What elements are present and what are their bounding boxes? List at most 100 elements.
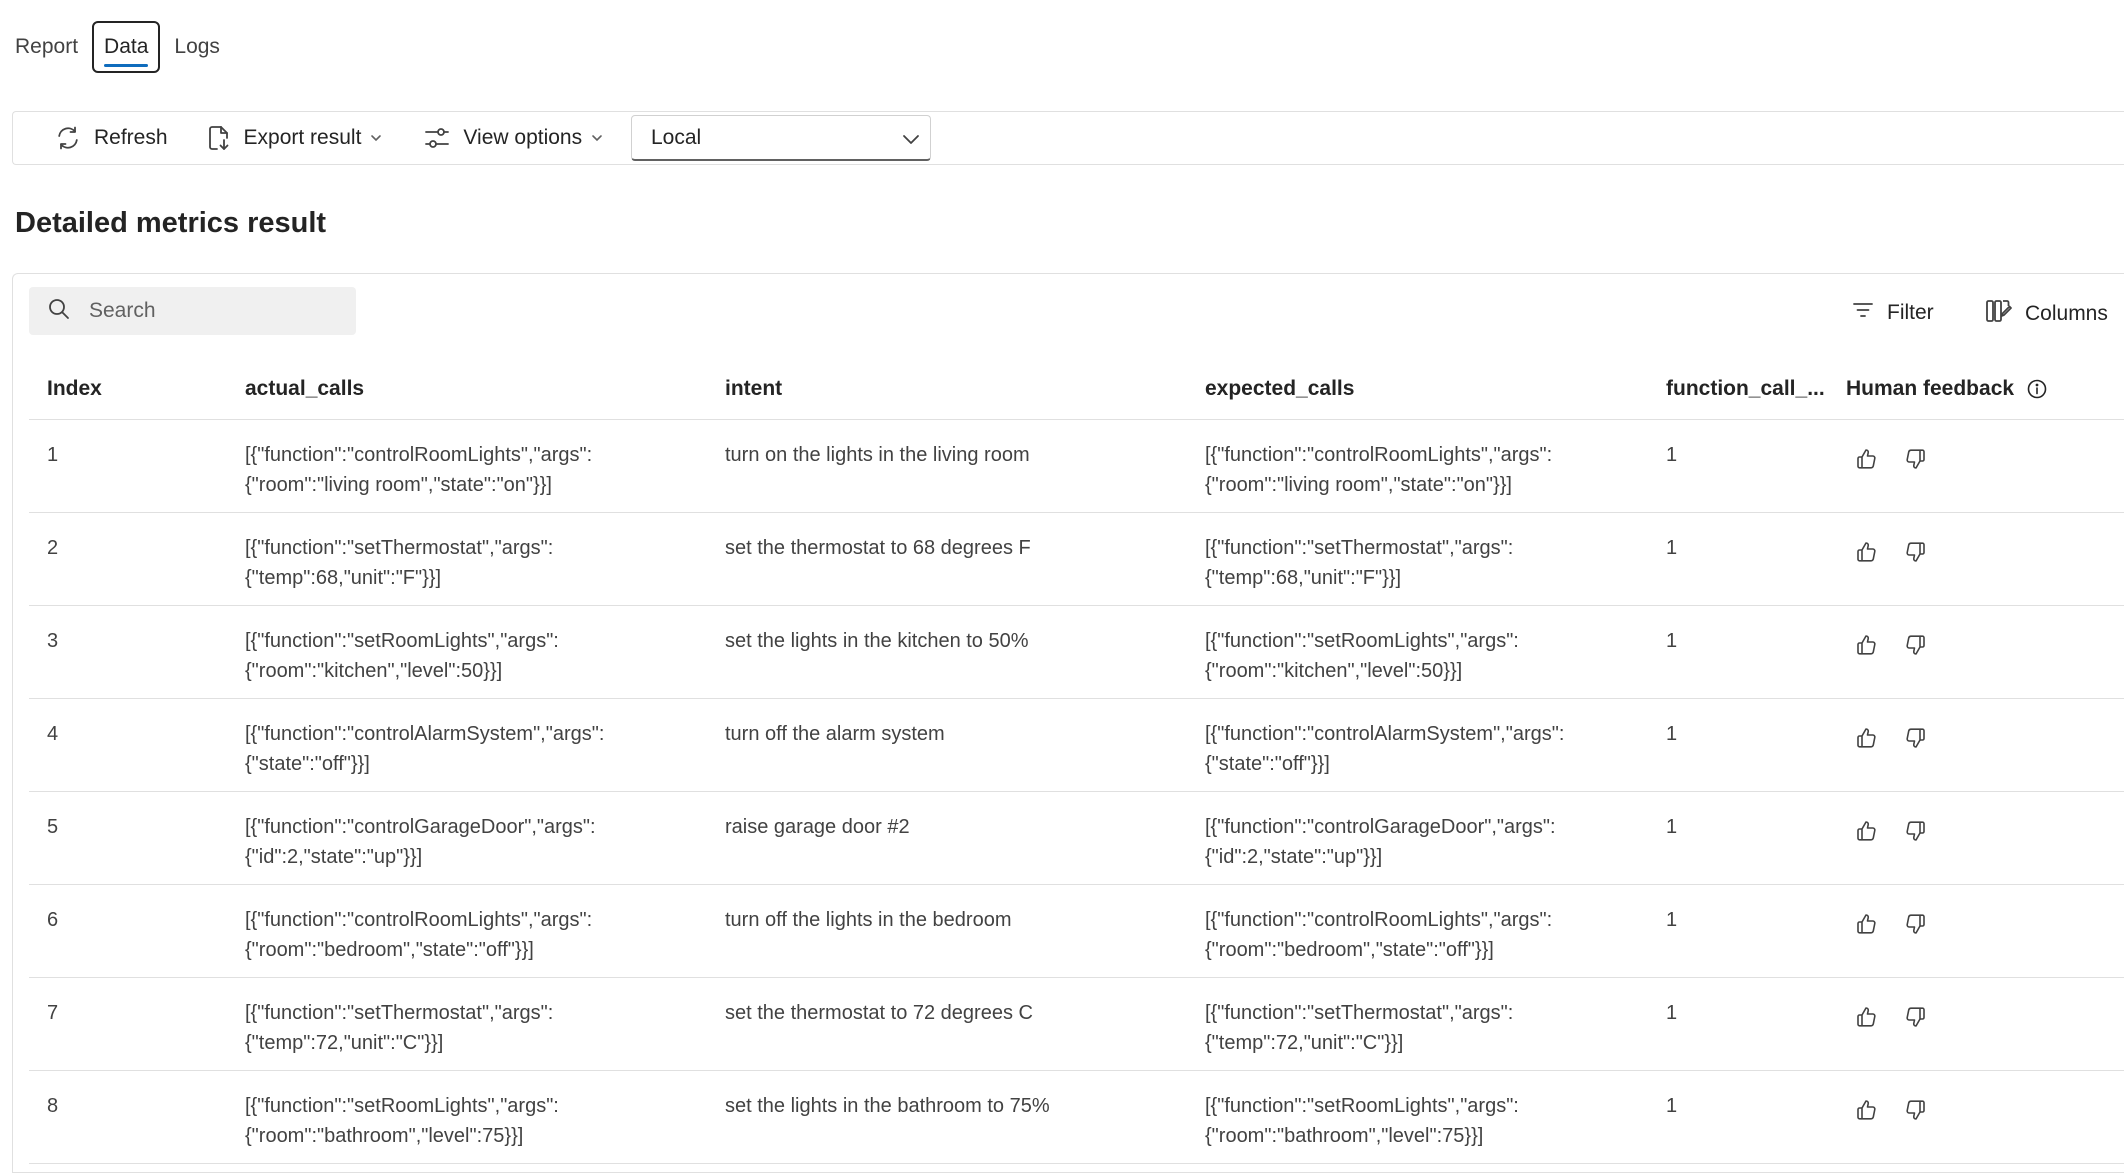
search-input[interactable] (87, 298, 331, 324)
cell-function-call: 1 (1666, 1002, 1678, 1024)
thumb-down-icon[interactable] (1902, 725, 1928, 751)
thumb-down-icon[interactable] (1902, 1097, 1928, 1123)
thumb-up-icon[interactable] (1854, 818, 1880, 844)
cell-index: 2 (47, 537, 59, 559)
cell-index: 7 (47, 1002, 59, 1024)
cell-human-feedback (1828, 1091, 2124, 1123)
options-sliders-icon (423, 124, 451, 152)
tab-logs-label: Logs (174, 35, 220, 58)
filter-icon (1851, 298, 1875, 328)
view-options-button[interactable]: View options (423, 112, 604, 164)
search-box[interactable] (29, 287, 356, 335)
thumb-down-icon[interactable] (1902, 446, 1928, 472)
thumb-up-icon[interactable] (1854, 539, 1880, 565)
table-row[interactable]: 4 [{"function":"controlAlarmSystem","arg… (29, 699, 2124, 792)
thumb-down-icon[interactable] (1902, 539, 1928, 565)
info-icon[interactable] (2026, 378, 2048, 400)
filter-button[interactable]: Filter (1851, 298, 1934, 328)
table-body: 1 [{"function":"controlRoomLights","args… (29, 420, 2124, 1164)
tab-logs[interactable]: Logs (162, 21, 232, 73)
columns-label: Columns (2025, 302, 2108, 325)
cell-index: 5 (47, 816, 59, 838)
chevron-down-icon (590, 131, 604, 145)
filter-label: Filter (1887, 301, 1934, 324)
table-row[interactable]: 5 [{"function":"controlGarageDoor","args… (29, 792, 2124, 885)
thumb-down-icon[interactable] (1902, 911, 1928, 937)
cell-intent: set the thermostat to 68 degrees F (725, 537, 1031, 559)
export-result-button[interactable]: Export result (206, 112, 384, 164)
thumb-down-icon[interactable] (1902, 632, 1928, 658)
cell-intent: set the thermostat to 72 degrees C (725, 1002, 1033, 1024)
export-result-label: Export result (243, 126, 362, 149)
chevron-down-icon (369, 131, 383, 145)
tab-report[interactable]: Report (0, 21, 90, 73)
metrics-card: Filter Columns Index actual_calls intent… (12, 273, 2124, 1173)
thumb-up-icon[interactable] (1854, 725, 1880, 751)
table-header-row: Index actual_calls intent expected_calls… (29, 359, 2124, 420)
cell-expected-calls: [{"function":"controlGarageDoor","args":… (1205, 816, 1556, 868)
cell-human-feedback (1828, 440, 2124, 472)
tab-report-label: Report (15, 35, 79, 58)
cell-human-feedback (1828, 719, 2124, 751)
table-row[interactable]: 8 [{"function":"setRoomLights","args": {… (29, 1071, 2124, 1164)
cell-actual-calls: [{"function":"setRoomLights","args": {"r… (245, 1095, 559, 1147)
refresh-label: Refresh (94, 126, 168, 149)
cell-function-call: 1 (1666, 537, 1678, 559)
cell-expected-calls: [{"function":"setThermostat","args": {"t… (1205, 537, 1514, 589)
cell-actual-calls: [{"function":"setThermostat","args": {"t… (245, 537, 554, 589)
cell-function-call: 1 (1666, 723, 1678, 745)
toolbar: Refresh Export result View options Local (12, 111, 2124, 165)
column-header-index[interactable]: Index (29, 374, 227, 404)
cell-index: 1 (47, 444, 59, 466)
cell-function-call: 1 (1666, 630, 1678, 652)
chevron-down-icon (900, 128, 922, 156)
table-row[interactable]: 1 [{"function":"controlRoomLights","args… (29, 420, 2124, 513)
cell-function-call: 1 (1666, 1095, 1678, 1117)
column-header-function-call[interactable]: function_call_... (1648, 374, 1828, 404)
run-select-dropdown[interactable]: Local (631, 115, 931, 161)
thumb-up-icon[interactable] (1854, 911, 1880, 937)
cell-intent: set the lights in the kitchen to 50% (725, 630, 1029, 652)
cell-expected-calls: [{"function":"controlRoomLights","args":… (1205, 444, 1553, 496)
thumb-up-icon[interactable] (1854, 1097, 1880, 1123)
thumb-down-icon[interactable] (1902, 818, 1928, 844)
columns-button[interactable]: Columns (1985, 298, 2108, 330)
cell-expected-calls: [{"function":"controlRoomLights","args":… (1205, 909, 1553, 961)
cell-function-call: 1 (1666, 444, 1678, 466)
thumb-up-icon[interactable] (1854, 632, 1880, 658)
cell-intent: turn off the lights in the bedroom (725, 909, 1012, 931)
cell-index: 4 (47, 723, 59, 745)
tab-data[interactable]: Data (92, 21, 161, 73)
cell-actual-calls: [{"function":"controlRoomLights","args":… (245, 444, 593, 496)
cell-human-feedback (1828, 905, 2124, 937)
cell-function-call: 1 (1666, 909, 1678, 931)
column-header-actual-calls[interactable]: actual_calls (227, 374, 707, 404)
thumb-down-icon[interactable] (1902, 1004, 1928, 1030)
cell-index: 8 (47, 1095, 59, 1117)
table-row[interactable]: 3 [{"function":"setRoomLights","args": {… (29, 606, 2124, 699)
table-row[interactable]: 6 [{"function":"controlRoomLights","args… (29, 885, 2124, 978)
search-icon (47, 297, 71, 326)
data-grid: Index actual_calls intent expected_calls… (29, 359, 2124, 1164)
cell-expected-calls: [{"function":"setThermostat","args": {"t… (1205, 1002, 1514, 1054)
table-row[interactable]: 7 [{"function":"setThermostat","args": {… (29, 978, 2124, 1071)
table-row[interactable]: 2 [{"function":"setThermostat","args": {… (29, 513, 2124, 606)
thumb-up-icon[interactable] (1854, 1004, 1880, 1030)
cell-human-feedback (1828, 998, 2124, 1030)
column-header-expected-calls[interactable]: expected_calls (1187, 374, 1648, 404)
cell-intent: raise garage door #2 (725, 816, 910, 838)
cell-intent: set the lights in the bathroom to 75% (725, 1095, 1050, 1117)
columns-edit-icon (1985, 298, 2013, 330)
refresh-button[interactable]: Refresh (54, 112, 168, 164)
run-select-value: Local (651, 125, 702, 149)
human-feedback-label: Human feedback (1846, 377, 2015, 400)
cell-function-call: 1 (1666, 816, 1678, 838)
page-title: Detailed metrics result (15, 207, 327, 239)
thumb-up-icon[interactable] (1854, 446, 1880, 472)
cell-actual-calls: [{"function":"setRoomLights","args": {"r… (245, 630, 559, 682)
cell-actual-calls: [{"function":"setThermostat","args": {"t… (245, 1002, 554, 1054)
column-header-human-feedback[interactable]: Human feedback (1828, 374, 2124, 404)
tab-data-label: Data (104, 35, 149, 58)
document-arrow-down-icon (206, 124, 232, 152)
column-header-intent[interactable]: intent (707, 374, 1187, 404)
